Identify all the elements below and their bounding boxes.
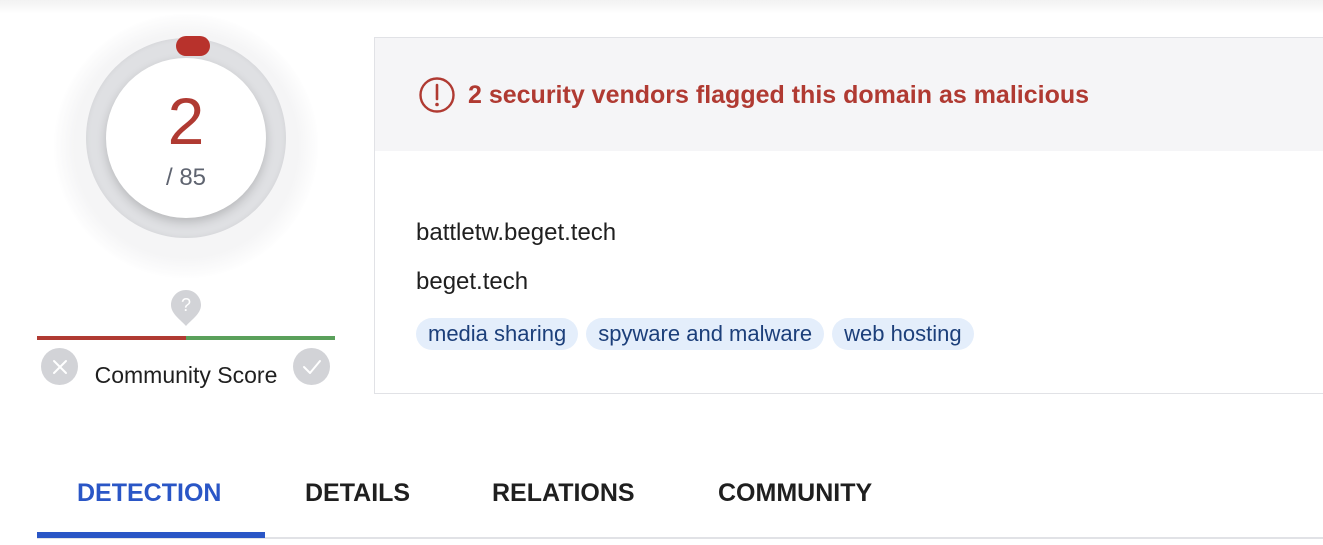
community-score-bar-malicious (37, 336, 186, 340)
alert-banner: 2 security vendors flagged this domain a… (375, 38, 1323, 151)
active-tab-indicator (37, 532, 265, 538)
category-tags: media sharing spyware and malware web ho… (416, 318, 974, 350)
detection-positives: 2 (167, 84, 205, 158)
tab-relations[interactable]: RELATIONS (492, 478, 635, 508)
tag-spyware-and-malware[interactable]: spyware and malware (586, 318, 825, 350)
tag-media-sharing[interactable]: media sharing (416, 318, 579, 350)
detection-progress-marker (176, 36, 210, 56)
alert-circle-icon (419, 77, 455, 113)
tab-detection[interactable]: DETECTION (77, 478, 221, 508)
header-shadow (0, 0, 1323, 14)
tab-details[interactable]: DETAILS (305, 478, 410, 508)
report-tabs: DETECTION DETAILS RELATIONS COMMUNITY (37, 460, 1323, 540)
svg-text:?: ? (181, 295, 191, 315)
detection-score-circle: 2 / 85 (106, 58, 266, 218)
tab-community[interactable]: COMMUNITY (718, 478, 872, 508)
parent-domain-link[interactable]: beget.tech (416, 267, 528, 297)
detection-score-widget: 2 / 85 (54, 14, 318, 278)
vote-harmless-button[interactable] (293, 348, 330, 385)
detection-score-ring: 2 / 85 (86, 38, 286, 238)
vote-malicious-button[interactable] (41, 348, 78, 385)
community-score-bar (37, 336, 335, 340)
community-score-bar-harmless (186, 336, 335, 340)
alert-message: 2 security vendors flagged this domain a… (468, 81, 1090, 109)
question-marker-icon: ? (171, 290, 201, 326)
community-score-label: Community Score (94, 362, 278, 388)
domain-name: battletw.beget.tech (416, 219, 617, 246)
x-icon (52, 359, 67, 374)
tag-web-hosting[interactable]: web hosting (832, 318, 974, 350)
summary-panel: 2 security vendors flagged this domain a… (374, 37, 1323, 394)
check-icon (302, 359, 321, 374)
detection-total: / 85 (165, 164, 207, 191)
